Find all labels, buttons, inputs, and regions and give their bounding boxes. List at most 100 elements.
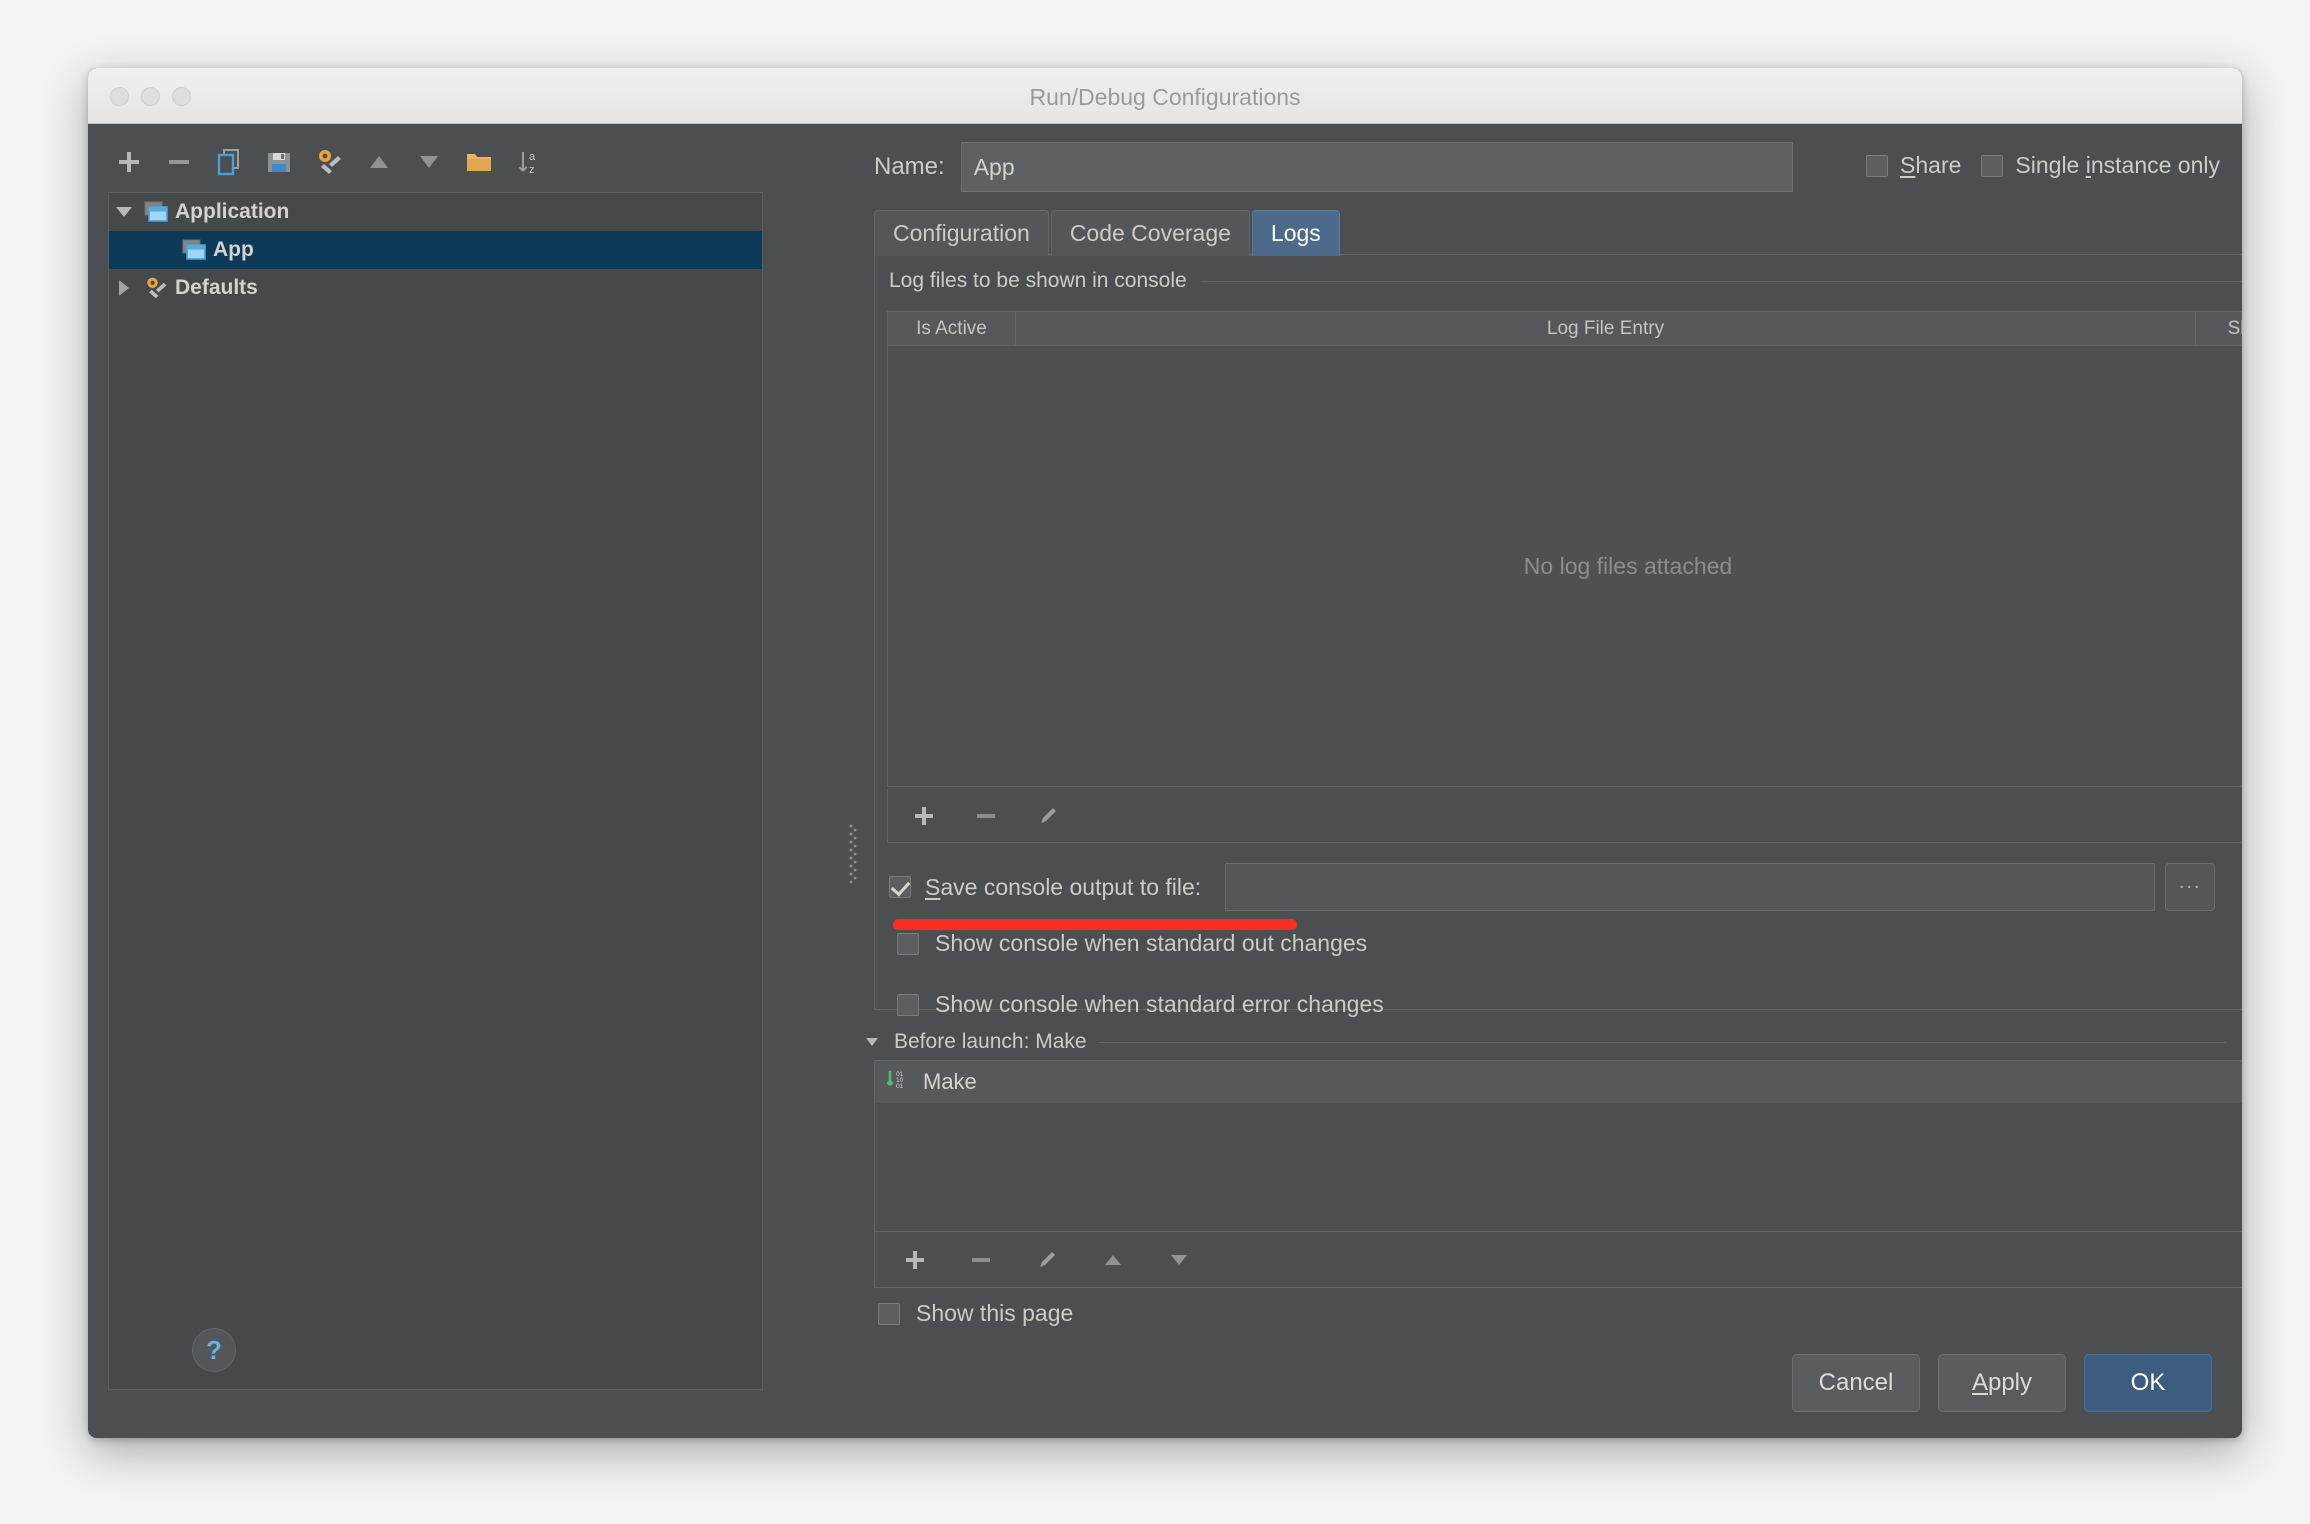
edit-defaults-button[interactable] <box>304 137 354 187</box>
create-folder-button[interactable] <box>454 137 504 187</box>
before-launch-toolbar <box>874 1232 2242 1288</box>
remove-configuration-button[interactable] <box>154 137 204 187</box>
logs-section-header: Log files to be shown in console <box>889 269 2242 293</box>
section-divider <box>1200 280 2242 282</box>
tree-node-label: Application <box>175 200 290 223</box>
single-instance-label: Single instance only <box>2015 152 2220 178</box>
splitter-grip-icon <box>849 824 857 884</box>
window-titlebar: Run/Debug Configurations <box>88 68 2242 124</box>
cancel-button[interactable]: Cancel <box>1792 1354 1920 1412</box>
before-launch-header[interactable]: Before launch: Make <box>866 1030 2226 1054</box>
application-icon <box>177 237 211 263</box>
single-instance-checkbox-item[interactable]: Single instance only <box>1981 152 2220 179</box>
table-header-row: Is Active Log File Entry Skip Content <box>888 312 2242 346</box>
svg-text:01: 01 <box>896 1083 904 1090</box>
copy-configuration-button[interactable] <box>204 137 254 187</box>
tab-code-coverage[interactable]: Code Coverage <box>1050 210 1250 256</box>
single-instance-checkbox[interactable] <box>1981 154 2004 177</box>
wrench-gear-icon <box>319 150 341 174</box>
share-checkbox-item[interactable]: Share <box>1866 152 1961 179</box>
screen-root: Run/Debug Configurations a z Application… <box>0 0 2310 1524</box>
logs-tab-panel: Log files to be shown in console Is Acti… <box>874 254 2242 1017</box>
console-output-path-input[interactable] <box>1225 863 2156 911</box>
show-this-page-row[interactable]: Show this page <box>878 1300 1073 1327</box>
remove-task-button[interactable] <box>959 1240 1003 1280</box>
window-title: Run/Debug Configurations <box>1029 84 1301 110</box>
minus-icon <box>972 1257 990 1262</box>
plus-icon <box>906 1250 924 1269</box>
sort-alphabetically-button[interactable]: a z <box>504 137 554 187</box>
help-button[interactable]: ? <box>192 1328 236 1372</box>
share-label: Share <box>1900 152 1962 178</box>
pencil-icon <box>1041 807 1056 823</box>
log-files-table[interactable]: Is Active Log File Entry Skip Content No… <box>887 311 2242 787</box>
move-up-button[interactable] <box>354 137 404 187</box>
arrow-down-icon <box>420 156 438 168</box>
arrow-up-icon <box>370 156 388 168</box>
column-header-log-file-entry[interactable]: Log File Entry <box>1016 312 2196 345</box>
edit-log-file-button[interactable] <box>1026 796 1070 836</box>
before-launch-task-list[interactable]: 01 10 01 Make <box>874 1060 2242 1232</box>
tab-configuration[interactable]: Configuration <box>874 210 1049 256</box>
save-console-output-row: Save console output to file: ... <box>889 863 2242 911</box>
show-console-stdout-row[interactable]: Show console when standard out changes <box>897 930 1367 957</box>
show-this-page-checkbox[interactable] <box>878 1302 900 1325</box>
save-configuration-button[interactable] <box>254 137 304 187</box>
tree-node-app[interactable]: App <box>109 231 762 269</box>
configuration-detail-panel: Name: Share Single instance only Confi <box>860 124 2242 1438</box>
minus-icon <box>977 813 995 818</box>
name-label: Name: <box>874 153 945 180</box>
expand-arrow-defaults[interactable] <box>109 280 139 296</box>
svg-text:z: z <box>529 164 535 176</box>
add-log-file-button[interactable] <box>902 796 946 836</box>
plus-icon <box>119 152 139 172</box>
show-console-stderr-row[interactable]: Show console when standard error changes <box>897 991 1384 1018</box>
ok-button[interactable]: OK <box>2084 1354 2212 1412</box>
expand-arrow-application[interactable] <box>109 207 139 217</box>
name-row: Name: <box>874 142 1793 192</box>
add-task-button[interactable] <box>893 1240 937 1280</box>
before-launch-task-row[interactable]: 01 10 01 Make <box>875 1061 2242 1103</box>
run-debug-configurations-window: Run/Debug Configurations a z Application… <box>88 68 2242 1438</box>
configurations-toolbar: a z <box>104 132 764 192</box>
tree-node-label: App <box>213 238 254 261</box>
log-files-toolbar <box>887 789 2242 843</box>
pencil-icon <box>1040 1251 1055 1267</box>
share-checkbox[interactable] <box>1866 154 1889 177</box>
save-console-output-label: Save console output to file: <box>925 873 1202 900</box>
move-down-button[interactable] <box>404 137 454 187</box>
table-empty-message: No log files attached <box>1523 552 1733 579</box>
configuration-tabs: Configuration Code Coverage Logs <box>874 210 1340 256</box>
show-console-stdout-label: Show console when standard out changes <box>935 930 1368 956</box>
application-icon <box>139 199 173 225</box>
show-console-stderr-label: Show console when standard error changes <box>935 991 1384 1017</box>
remove-log-file-button[interactable] <box>964 796 1008 836</box>
add-configuration-button[interactable] <box>104 137 154 187</box>
browse-file-button[interactable]: ... <box>2165 863 2216 911</box>
plus-icon <box>915 806 933 825</box>
top-right-checkbox-group: Share Single instance only <box>1866 152 2220 179</box>
minus-icon <box>169 160 189 164</box>
configurations-tree[interactable]: Application App Defaults <box>108 192 763 1390</box>
tree-node-defaults[interactable]: Defaults <box>109 269 762 307</box>
apply-button[interactable]: Apply <box>1938 1354 2066 1412</box>
column-header-is-active[interactable]: Is Active <box>888 312 1016 345</box>
arrow-up-icon <box>1105 1254 1121 1265</box>
arrow-down-icon <box>1171 1254 1187 1265</box>
show-this-page-label: Show this page <box>916 1300 1074 1326</box>
tree-node-application[interactable]: Application <box>109 193 762 231</box>
task-label: Make <box>923 1069 977 1094</box>
panel-splitter[interactable] <box>846 824 860 892</box>
show-console-stdout-checkbox[interactable] <box>897 932 919 955</box>
column-header-skip-content[interactable]: Skip Content <box>2196 312 2242 345</box>
tab-logs[interactable]: Logs <box>1251 210 1340 256</box>
move-task-up-button[interactable] <box>1091 1240 1135 1280</box>
show-console-stderr-checkbox[interactable] <box>897 993 919 1016</box>
move-task-down-button[interactable] <box>1157 1240 1201 1280</box>
save-console-output-checkbox[interactable] <box>889 876 911 898</box>
wrench-gear-icon <box>139 275 173 301</box>
collapse-arrow-icon[interactable] <box>866 1038 878 1046</box>
dialog-buttons: Cancel Apply OK <box>1792 1354 2212 1412</box>
edit-task-button[interactable] <box>1025 1240 1069 1280</box>
name-input[interactable] <box>960 142 1793 192</box>
